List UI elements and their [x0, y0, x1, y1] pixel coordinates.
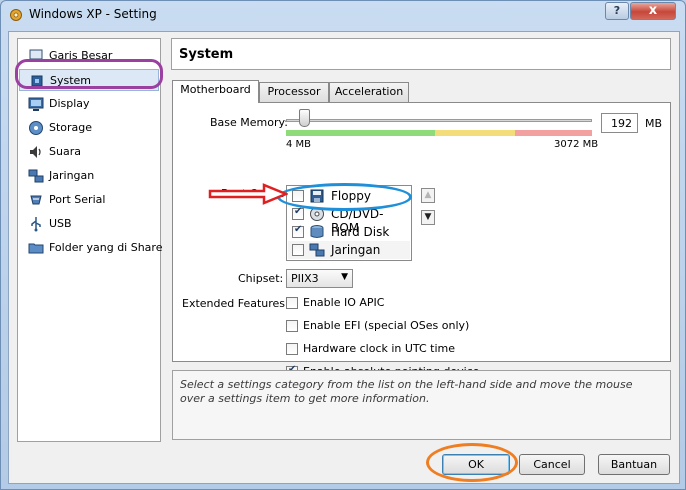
cancel-button[interactable]: Cancel — [519, 454, 585, 475]
gear-icon — [10, 9, 22, 21]
serial-port-icon — [30, 195, 42, 205]
sidebar-item-suara[interactable]: Suara — [19, 141, 159, 163]
sidebar-item-label: System — [50, 74, 92, 87]
motherboard-panel: Base Memory: 4 MB 3072 MB 192 MB Boot Or… — [172, 102, 671, 378]
checkbox-efi[interactable] — [286, 320, 298, 332]
red-arrow-icon — [208, 183, 288, 205]
checkbox-utc-clock[interactable] — [286, 343, 298, 355]
sidebar-item-garis-besar[interactable]: Garis Besar — [19, 45, 159, 67]
base-memory-value: 192 — [611, 117, 632, 130]
question-icon: ? — [613, 4, 621, 17]
tab-motherboard[interactable]: Motherboard — [172, 80, 259, 103]
boot-item-hard-disk[interactable]: Hard Disk — [288, 223, 410, 241]
network-icon — [309, 243, 325, 257]
sidebar-item-label: Display — [49, 97, 90, 110]
tab-processor[interactable]: Processor — [259, 82, 329, 102]
cd-dvd-icon — [310, 207, 324, 221]
base-memory-slider-track[interactable] — [286, 119, 592, 122]
memory-min-label: 4 MB — [286, 139, 312, 150]
sidebar-item-label: Folder yang di Share — [49, 241, 163, 254]
sidebar-item-label: Port Serial — [49, 193, 106, 206]
sidebar-item-label: Storage — [49, 121, 93, 134]
window-title: Windows XP - Setting — [29, 7, 157, 21]
memory-max-label: 3072 MB — [554, 139, 599, 150]
boot-checkbox-floppy[interactable] — [292, 190, 304, 202]
sidebar-item-label: USB — [49, 217, 72, 230]
help-label: Bantuan — [610, 458, 658, 471]
chipset-label: Chipset: — [238, 272, 284, 285]
chevron-down-icon: ▼ — [341, 272, 348, 282]
title-bar[interactable]: Windows XP - Setting ? x — [1, 1, 685, 29]
sidebar-item-label: Jaringan — [49, 169, 95, 182]
dialog-body: Garis Besar System Display Storage Suara… — [8, 31, 680, 484]
memory-range-warning — [435, 130, 515, 136]
tab-acceleration[interactable]: Acceleration — [329, 82, 409, 102]
chipset-select[interactable]: PIIX3 ▼ — [286, 269, 353, 288]
base-memory-label: Base Memory: — [210, 116, 288, 129]
tab-label: Processor — [267, 85, 321, 98]
usb-icon — [31, 217, 41, 232]
arrow-down-icon: ▼ — [424, 212, 432, 222]
sidebar-item-usb[interactable]: USB — [19, 213, 159, 235]
sidebar-item-label: Garis Besar — [49, 49, 113, 62]
arrow-up-icon: ▲ — [424, 190, 432, 200]
sidebar-item-folder-share[interactable]: Folder yang di Share — [19, 237, 163, 259]
floppy-icon — [310, 189, 324, 203]
option-label: Enable IO APIC — [303, 296, 385, 309]
sidebar-item-jaringan[interactable]: Jaringan — [19, 165, 159, 187]
cancel-label: Cancel — [533, 458, 571, 471]
hard-disk-icon — [310, 225, 324, 238]
boot-move-down-button[interactable]: ▼ — [421, 210, 435, 225]
ok-label: OK — [468, 458, 484, 471]
boot-move-up-button[interactable]: ▲ — [421, 188, 435, 203]
page-title: System — [179, 47, 234, 62]
info-text: Select a settings category from the list… — [180, 378, 633, 405]
close-button[interactable]: x — [630, 2, 676, 20]
info-description-box: Select a settings category from the list… — [172, 370, 671, 440]
display-icon — [28, 97, 44, 111]
boot-item-jaringan[interactable]: Jaringan — [288, 241, 410, 259]
sidebar-item-system[interactable]: System — [19, 69, 159, 91]
sidebar-item-label: Suara — [49, 145, 81, 158]
ok-button[interactable]: OK — [442, 454, 510, 475]
extended-features-label: Extended Features: — [182, 297, 289, 310]
tab-label: Motherboard — [180, 83, 251, 96]
speaker-icon — [30, 146, 41, 158]
help-button[interactable]: Bantuan — [598, 454, 670, 475]
sidebar-item-port-serial[interactable]: Port Serial — [19, 189, 159, 211]
memory-range-safe — [286, 130, 435, 136]
base-memory-slider-thumb[interactable] — [299, 109, 311, 127]
option-label: Enable EFI (special OSes only) — [303, 319, 470, 332]
boot-item-label: Floppy — [331, 189, 371, 203]
close-icon: x — [648, 3, 658, 18]
boot-checkbox-hard-disk[interactable] — [292, 224, 304, 238]
section-header: System — [171, 38, 671, 70]
chipset-value: PIIX3 — [291, 272, 319, 285]
boot-item-floppy[interactable]: Floppy — [288, 187, 410, 205]
option-label: Hardware clock in UTC time — [303, 342, 456, 355]
shared-folder-icon — [28, 243, 44, 254]
memory-range-danger — [515, 130, 592, 136]
checkbox-io-apic[interactable] — [286, 297, 298, 309]
help-title-button[interactable]: ? — [605, 2, 629, 20]
boot-order-list: Floppy CD/DVD-ROM Hard Disk Jaringan — [286, 185, 412, 261]
network-icon — [28, 169, 44, 183]
memory-unit-label: MB — [645, 117, 663, 130]
boot-item-cd-dvd[interactable]: CD/DVD-ROM — [288, 205, 410, 235]
disk-icon — [29, 121, 43, 135]
boot-item-label: Jaringan — [331, 243, 381, 257]
sidebar-item-storage[interactable]: Storage — [19, 117, 159, 139]
settings-category-list: Garis Besar System Display Storage Suara… — [17, 38, 163, 442]
chip-icon — [31, 75, 43, 87]
boot-item-label: Hard Disk — [331, 225, 390, 239]
sidebar-item-display[interactable]: Display — [19, 93, 159, 115]
boot-checkbox-jaringan[interactable] — [292, 244, 304, 256]
boot-checkbox-cd-dvd[interactable] — [292, 206, 304, 220]
settings-window: Windows XP - Setting ? x Garis Besar Sys… — [0, 0, 686, 490]
base-memory-input[interactable]: 192 — [601, 113, 638, 133]
tab-label: Acceleration — [334, 85, 404, 98]
monitor-outline-icon — [29, 49, 43, 62]
